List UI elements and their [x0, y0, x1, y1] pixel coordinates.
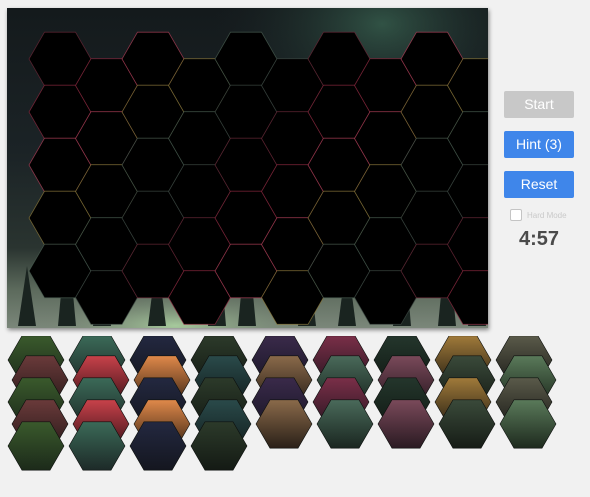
board-slots [28, 31, 488, 325]
tray-pieces [7, 336, 557, 471]
puzzle-board[interactable] [7, 8, 488, 328]
game-stage: Start Hint (3) Reset Hard Mode 4:57 [0, 0, 590, 497]
hard-mode-toggle[interactable]: Hard Mode [510, 207, 567, 223]
reset-button[interactable]: Reset [504, 171, 574, 198]
board-image [7, 8, 488, 328]
start-button[interactable]: Start [504, 91, 574, 118]
hint-button[interactable]: Hint (3) [504, 131, 574, 158]
hard-mode-checkbox[interactable] [510, 209, 522, 221]
hard-mode-label: Hard Mode [527, 210, 567, 220]
countdown-timer: 4:57 [518, 228, 560, 250]
piece-tray [0, 336, 590, 497]
